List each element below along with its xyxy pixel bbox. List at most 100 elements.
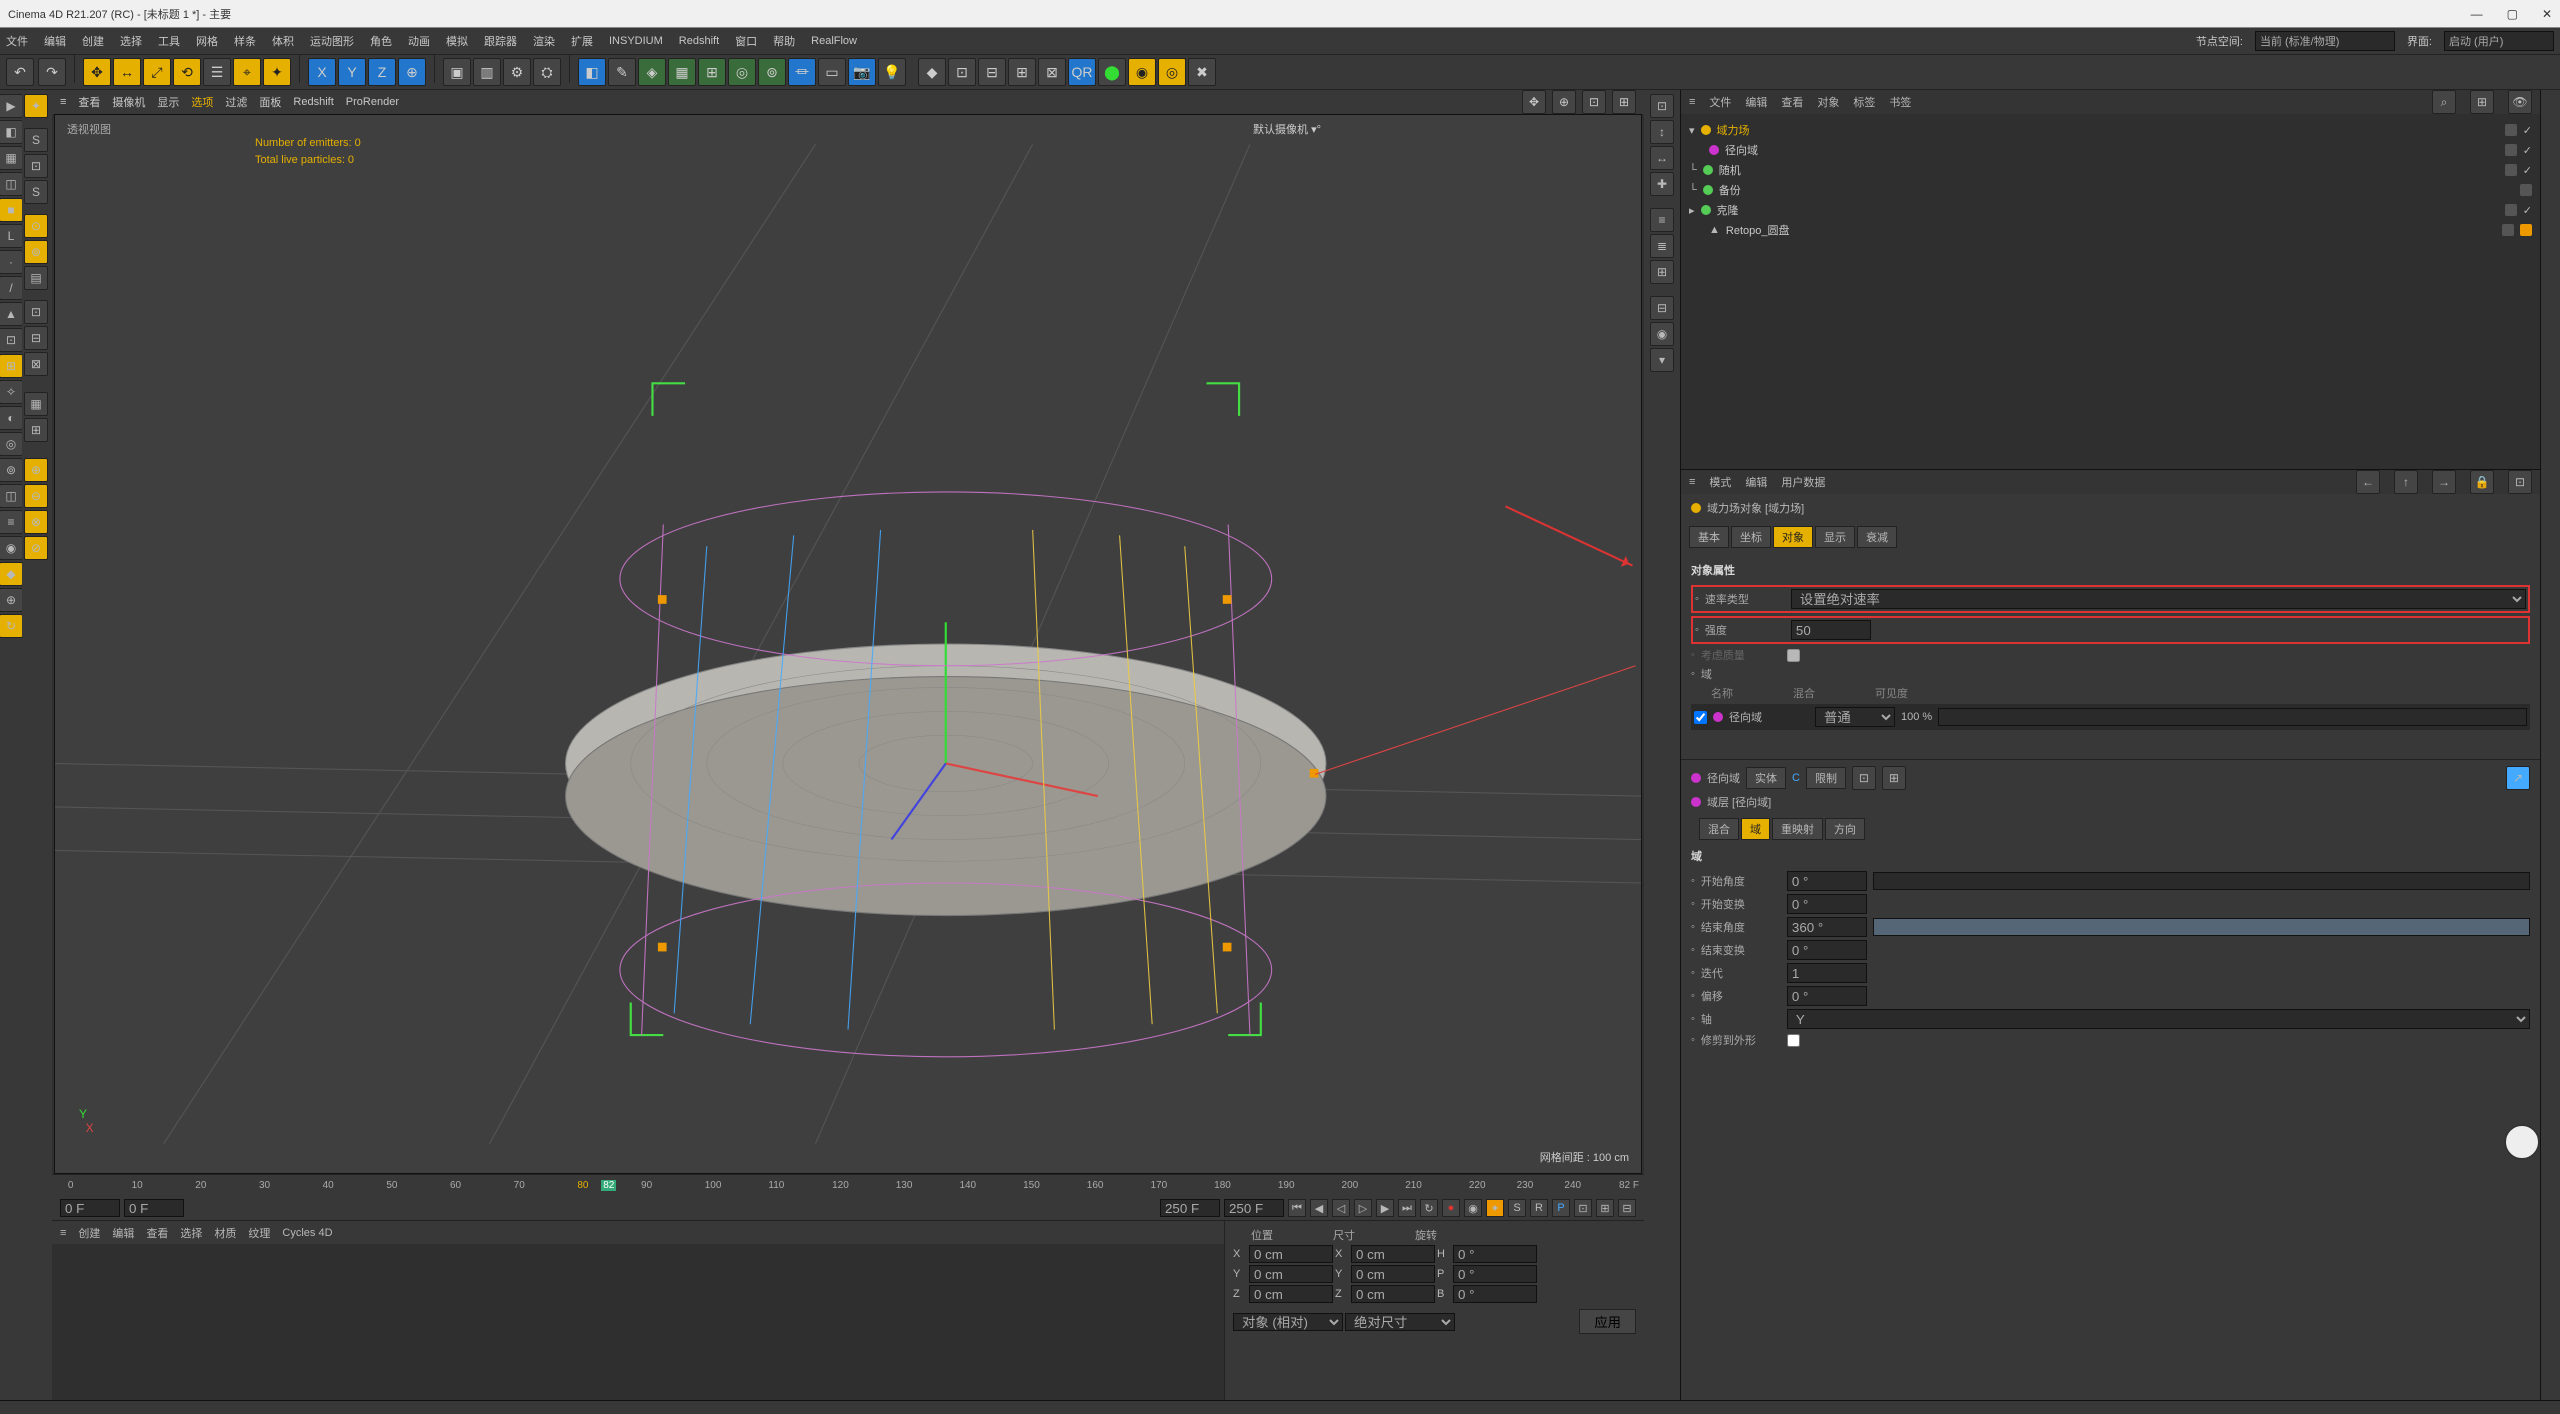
vp-camera[interactable]: 摄像机 (112, 94, 145, 110)
coord-apply[interactable]: 应用 (1579, 1309, 1636, 1334)
om-objects[interactable]: 对象 (1817, 94, 1839, 110)
menu-select[interactable]: 选择 (120, 33, 142, 49)
menu-edit[interactable]: 编辑 (44, 33, 66, 49)
menu-animate[interactable]: 动画 (408, 33, 430, 49)
burger-icon[interactable]: ≡ (60, 96, 66, 108)
menu-tracker[interactable]: 跟踪器 (484, 33, 517, 49)
joint-tool[interactable]: ⬤ (1098, 58, 1126, 86)
play-back[interactable]: ◁ (1332, 1199, 1350, 1217)
point-mode[interactable]: · (0, 250, 23, 274)
am-edit[interactable]: 编辑 (1745, 474, 1767, 490)
lb-7[interactable]: ▤ (24, 266, 48, 290)
vp-nav-1[interactable]: ✥ (1522, 90, 1546, 114)
start-angle[interactable] (1787, 871, 1867, 891)
recent-tool[interactable]: ☰ (203, 58, 231, 86)
render-settings-button[interactable]: ⛭ (533, 58, 561, 86)
lb-8[interactable]: ⊡ (24, 300, 48, 324)
lb-12[interactable]: ⊞ (24, 418, 48, 442)
floor-object[interactable]: ▭ (818, 58, 846, 86)
field-generator[interactable]: ◎ (728, 58, 756, 86)
rot-b[interactable] (1453, 1285, 1537, 1303)
maximize-button[interactable]: ▢ (2507, 7, 2518, 21)
field-row-blend[interactable]: 普通 (1815, 707, 1895, 727)
vp-options[interactable]: 选项 (191, 94, 213, 110)
goto-start[interactable]: ⏮ (1288, 1199, 1306, 1217)
tab-limit[interactable]: 限制 (1806, 767, 1846, 789)
vp-redshift[interactable]: Redshift (293, 96, 333, 108)
tab-coord[interactable]: 坐标 (1731, 526, 1771, 548)
redo-button[interactable]: ↷ (38, 58, 66, 86)
camera-object[interactable]: 📷 (848, 58, 876, 86)
preview-start[interactable] (124, 1199, 184, 1217)
rp-6[interactable]: ≣ (1650, 234, 1674, 258)
uv-poly-mode[interactable]: ⊞ (0, 354, 23, 378)
tab2-remap[interactable]: 重映射 (1772, 818, 1823, 840)
render-region-button[interactable]: ▥ (473, 58, 501, 86)
tab-solid[interactable]: 实体 (1746, 767, 1786, 789)
axis-select[interactable]: Y (1787, 1009, 2530, 1029)
am-userdata[interactable]: 用户数据 (1781, 474, 1825, 490)
workplane-tool[interactable]: ◫ (0, 484, 23, 508)
spline-tool[interactable]: ✎ (608, 58, 636, 86)
tree-item-field-force[interactable]: ▾域力场✓ (1689, 120, 2532, 140)
tree-item-radial[interactable]: 径向域✓ (1689, 140, 2532, 160)
key-pos[interactable]: ✦ (1486, 1199, 1504, 1217)
lb-1[interactable]: ✦ (24, 94, 48, 118)
texture-mode[interactable]: ▦ (0, 146, 23, 170)
vp-display[interactable]: 显示 (157, 94, 179, 110)
menu-file[interactable]: 文件 (6, 33, 28, 49)
rp-9[interactable]: ◉ (1650, 322, 1674, 346)
key-misc2[interactable]: ⊞ (1596, 1199, 1614, 1217)
rot-p[interactable] (1453, 1265, 1537, 1283)
am-back-icon[interactable]: ← (2356, 470, 2380, 494)
cube-primitive[interactable]: ◧ (578, 58, 606, 86)
menu-volume[interactable]: 体积 (272, 33, 294, 49)
iterations[interactable] (1787, 963, 1867, 983)
field-row-vis-slider[interactable] (1938, 708, 2527, 726)
misc-tool-3[interactable]: ⊞ (1008, 58, 1036, 86)
minimize-button[interactable]: — (2471, 7, 2483, 21)
vp-nav-3[interactable]: ⊡ (1582, 90, 1606, 114)
timeline-ruler[interactable]: 0 10 20 30 40 50 60 70 80 82 90 100 110 … (52, 1175, 1644, 1197)
lb-13[interactable]: ⊕ (24, 458, 48, 482)
lb-6[interactable]: ⊚ (24, 240, 48, 264)
lb-10[interactable]: ⊠ (24, 352, 48, 376)
xp-tool[interactable]: ◉ (1128, 58, 1156, 86)
am-up-icon[interactable]: → (2432, 470, 2456, 494)
lb-4[interactable]: S (24, 180, 48, 204)
volume-generator[interactable]: ⊚ (758, 58, 786, 86)
menu-spline[interactable]: 样条 (234, 33, 256, 49)
menu-insydium[interactable]: INSYDIUM (609, 35, 663, 47)
model-mode[interactable]: ◧ (0, 120, 23, 144)
lb-11[interactable]: ▦ (24, 392, 48, 416)
field-icon-2[interactable]: ⊞ (1882, 766, 1906, 790)
burger-icon[interactable]: ≡ (60, 1227, 66, 1239)
select-tool[interactable]: ✥ (83, 58, 111, 86)
end-trans[interactable] (1787, 940, 1867, 960)
axis-mode[interactable]: L (0, 224, 23, 248)
rot-h[interactable] (1453, 1245, 1537, 1263)
autokey[interactable]: ◉ (1464, 1199, 1482, 1217)
menu-extensions[interactable]: 扩展 (571, 33, 593, 49)
snap-toggle[interactable]: ◎ (0, 432, 23, 456)
am-mode[interactable]: 模式 (1709, 474, 1731, 490)
om-filter-icon[interactable]: ⊞ (2470, 90, 2494, 114)
z-axis-toggle[interactable]: Z (368, 58, 396, 86)
loop-toggle[interactable]: ↻ (1420, 1199, 1438, 1217)
end-angle-slider[interactable] (1873, 918, 2530, 936)
burger-icon[interactable]: ≡ (1689, 96, 1695, 108)
move-tool[interactable]: ↔ (113, 58, 141, 86)
tree-item-random[interactable]: └随机✓ (1689, 160, 2532, 180)
pos-y[interactable] (1249, 1265, 1333, 1283)
vp-panel[interactable]: 面板 (259, 94, 281, 110)
step-back[interactable]: ◀ (1310, 1199, 1328, 1217)
rp-2[interactable]: ↕ (1650, 120, 1674, 144)
tab-display[interactable]: 显示 (1815, 526, 1855, 548)
preview-end[interactable] (1160, 1199, 1220, 1217)
om-tags[interactable]: 标签 (1853, 94, 1875, 110)
mat-material[interactable]: 材质 (214, 1225, 236, 1241)
object-mode[interactable]: ■ (0, 198, 23, 222)
lb-3[interactable]: ⊡ (24, 154, 48, 178)
extrude-generator[interactable]: ▦ (668, 58, 696, 86)
tab-falloff[interactable]: 衰减 (1857, 526, 1897, 548)
